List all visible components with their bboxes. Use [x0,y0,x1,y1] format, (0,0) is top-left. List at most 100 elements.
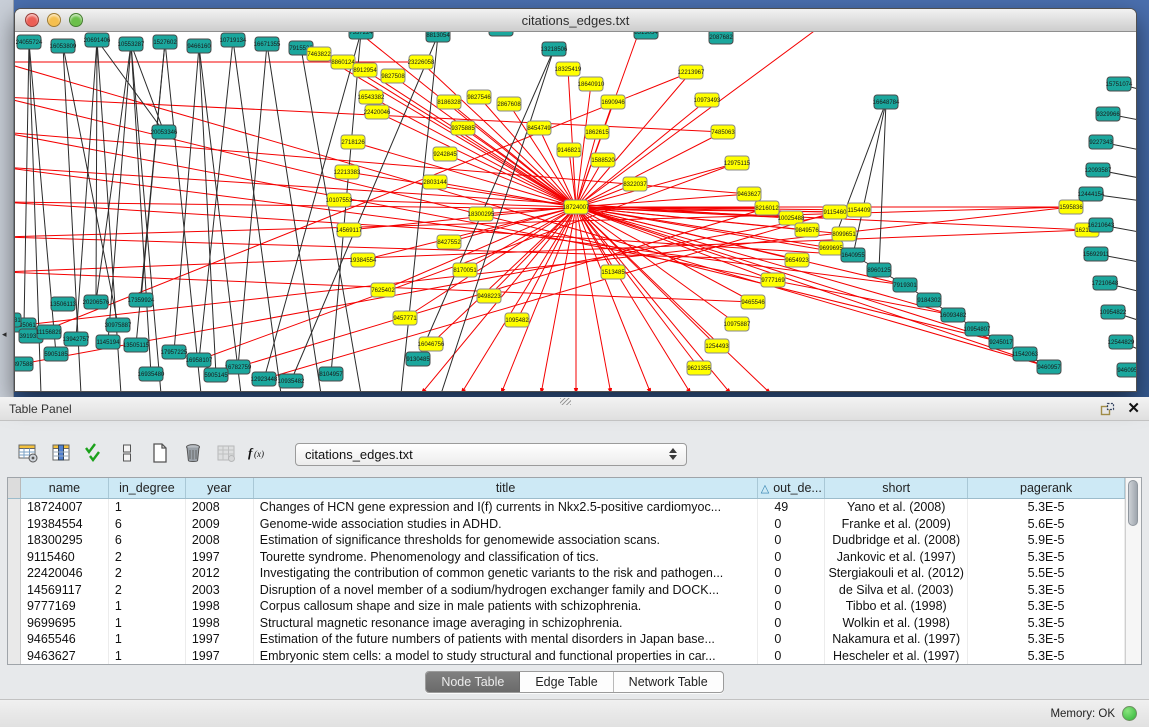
black-edge[interactable] [831,102,886,248]
graph-node[interactable]: 8170051 [453,263,477,277]
vertical-scrollbar[interactable] [1125,478,1141,664]
graph-node[interactable]: 2867608 [497,97,521,111]
close-window-icon[interactable] [25,13,39,27]
graph-node[interactable]: 16671355 [254,37,281,51]
graph-node[interactable]: 18724007 [563,200,590,214]
graph-node[interactable]: 8427552 [437,235,461,249]
graph-node[interactable]: 7357224 [349,32,373,39]
table-settings-button[interactable] [15,440,41,468]
table-row[interactable]: 977716911998Corpus callosum shape and si… [8,598,1125,615]
graph-node[interactable]: 1254493 [705,339,729,353]
black-edge[interactable] [165,42,201,391]
panel-collapse-arrow-icon[interactable]: ◂ [2,330,7,339]
graph-node[interactable]: 1513485 [601,265,625,279]
new-document-button[interactable] [147,440,173,468]
graph-node[interactable]: 17210648 [1092,276,1119,290]
column-header-pagerank[interactable]: pagerank [968,478,1125,498]
graph-node[interactable]: 20206576 [83,295,110,309]
graph-node[interactable]: 20053346 [151,125,178,139]
graph-node[interactable]: 9498223 [477,289,501,303]
graph-node[interactable]: 12923448 [251,372,278,386]
split-pane-grip[interactable] [560,398,571,405]
graph-node[interactable]: 1527602 [153,35,177,49]
graph-node[interactable]: 9621355 [687,361,711,375]
tab-node-table[interactable]: Node Table [426,672,520,692]
graph-node[interactable]: 5905185 [44,347,68,361]
graph-node[interactable]: 1154409 [847,203,871,217]
red-edge[interactable] [463,128,576,207]
column-header-short[interactable]: short [825,478,968,498]
graph-node[interactable]: 9777169 [761,273,785,287]
red-edge[interactable] [576,194,749,207]
red-edge[interactable] [238,208,767,367]
table-row[interactable]: 2242004622012Investigating the contribut… [8,565,1125,582]
graph-node[interactable]: 16053809 [50,39,77,53]
graph-node[interactable]: 1095482 [505,313,529,327]
graph-node[interactable]: 9466160 [187,39,211,53]
graph-node[interactable]: 8216012 [755,201,779,215]
graph-node[interactable]: 1690946 [601,95,625,109]
graph-node[interactable]: 30975887 [105,318,132,332]
graph-node[interactable]: 12444154 [1078,187,1105,201]
black-edge[interactable] [199,46,216,375]
graph-node[interactable]: 8186328 [437,95,461,109]
graph-node[interactable]: 24055724 [16,35,43,49]
table-row[interactable]: 911546021997Tourette syndrome. Phenomeno… [8,549,1125,566]
table-row[interactable]: 946362711997Embryonic stem cells: a mode… [8,648,1125,665]
graph-node[interactable]: 14569117 [336,223,363,237]
graph-node[interactable]: 18300295 [468,207,495,221]
graph-node[interactable]: 16046756 [418,337,445,351]
graph-node[interactable]: 9115460 [823,205,847,219]
tab-edge-table[interactable]: Edge Table [520,672,613,692]
graph-node[interactable]: 9242845 [433,147,457,161]
graph-node[interactable]: 2803144 [423,175,447,189]
network-canvas[interactable]: 18724007 24055724 16053809 20691406 10553287… [15,32,1136,391]
graph-node[interactable]: 10719134 [220,33,247,47]
graph-node[interactable]: 8161304 [489,32,513,36]
graph-node[interactable]: 23226058 [408,55,435,69]
black-edge[interactable] [199,46,241,391]
column-header-title[interactable]: title [254,478,759,498]
red-edge[interactable] [576,207,699,368]
graph-node[interactable]: 8322037 [623,177,647,191]
graph-node[interactable]: 8454749 [527,121,551,135]
column-header-in_degree[interactable]: in_degree [109,478,186,498]
graph-node[interactable]: 18325419 [555,62,582,76]
table-row[interactable]: 1830029562008Estimation of significance … [8,532,1125,549]
graph-node[interactable]: 11542063 [1012,347,1039,361]
graph-node[interactable]: 15692911 [1083,247,1110,261]
graph-node[interactable]: 13505115 [123,338,150,352]
trash-button[interactable] [180,440,206,468]
graph-node[interactable]: 9130485 [406,352,430,366]
graph-node[interactable]: 20691406 [84,33,111,47]
graph-node[interactable]: 12975115 [724,156,751,170]
graph-node[interactable]: 10553287 [118,37,145,51]
graph-node[interactable]: 16958107 [186,353,213,367]
graph-node[interactable]: 8860124 [331,55,355,69]
graph-node[interactable]: 10954807 [964,322,991,336]
graph-node[interactable]: 10954822 [1100,305,1127,319]
row-selection-button[interactable] [114,440,140,468]
graph-node[interactable]: 12213967 [678,65,705,79]
graph-node[interactable]: 9460953 [1117,363,1136,377]
minimize-window-icon[interactable] [47,13,61,27]
column-visibility-button[interactable] [48,440,74,468]
graph-node[interactable]: 9227343 [1089,135,1113,149]
black-edge[interactable] [24,42,29,325]
table-row[interactable]: 1938455462009Genome-wide association stu… [8,516,1125,533]
graph-node[interactable]: 9460957 [1037,360,1061,374]
graph-node[interactable]: 8912954 [353,63,377,77]
graph-node[interactable]: 8104957 [319,367,343,381]
graph-node[interactable]: 8099651 [832,227,856,241]
graph-node[interactable]: 1640955 [841,248,865,262]
graph-node[interactable]: 9827546 [467,90,491,104]
table-row[interactable]: 969969511998Structural magnetic resonanc… [8,615,1125,632]
graph-node[interactable]: 5905145 [204,368,228,382]
graph-node[interactable]: 2718126 [341,135,365,149]
black-edge[interactable] [96,40,97,302]
red-edge[interactable] [371,97,576,207]
graph-node[interactable]: 16648784 [873,95,900,109]
graph-node[interactable]: 13942757 [63,332,90,346]
graph-node[interactable]: 16543382 [358,90,385,104]
graph-node[interactable]: 2087682 [709,32,733,44]
